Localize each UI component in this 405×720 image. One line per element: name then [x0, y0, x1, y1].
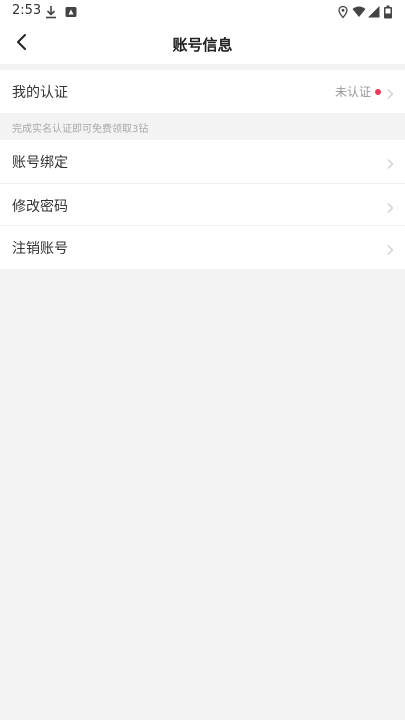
- wifi-icon: [352, 4, 366, 18]
- status-time: 2:53: [12, 3, 42, 18]
- unread-dot: [375, 89, 381, 95]
- download-icon: [44, 4, 58, 19]
- status-bar: 2:53: [0, 0, 405, 24]
- nav-bar: 账号信息: [0, 24, 405, 64]
- menu-item-label: 注销账号: [12, 241, 68, 257]
- chevron-right-icon: [386, 85, 394, 99]
- chevron-right-icon: [386, 199, 394, 213]
- battery-icon: [383, 4, 393, 19]
- verification-hint: 完成实名认证即可免费领取3钻: [12, 124, 149, 135]
- menu-item-account-binding[interactable]: 账号绑定: [0, 140, 405, 183]
- menu-item-label: 账号绑定: [12, 155, 68, 171]
- signal-icon: [367, 4, 381, 18]
- chevron-right-icon: [386, 155, 394, 169]
- location-icon: [336, 4, 350, 19]
- notification-icon: [64, 4, 78, 18]
- verification-status: 未认证: [334, 85, 371, 99]
- menu-item-delete-account[interactable]: 注销账号: [0, 226, 405, 269]
- screen: 2:53 账号信息 我的认证 未认证 完成实名认证即可免费领取3钻 账号绑定 修…: [0, 0, 405, 720]
- verification-label: 我的认证: [12, 85, 68, 101]
- chevron-right-icon: [386, 241, 394, 255]
- menu-item-label: 修改密码: [12, 199, 68, 215]
- menu-item-change-password[interactable]: 修改密码: [0, 184, 405, 227]
- verification-row[interactable]: 我的认证 未认证: [0, 70, 405, 113]
- page-title: 账号信息: [172, 36, 233, 54]
